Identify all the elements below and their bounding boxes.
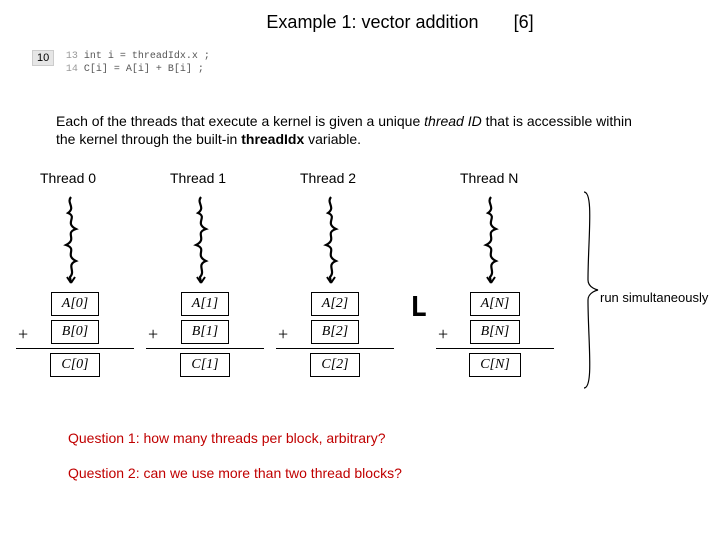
question-1: Question 1: how many threads per block, … bbox=[68, 430, 386, 446]
equals-line bbox=[436, 348, 554, 349]
slide-title: Example 1: vector addition [6] bbox=[80, 0, 720, 33]
para-emph: thread ID bbox=[424, 113, 482, 129]
operand-a: A[1] bbox=[181, 292, 229, 316]
operand-b: B[2] bbox=[311, 320, 359, 344]
slide-number: 10 bbox=[32, 50, 54, 66]
plus-icon: + bbox=[18, 324, 28, 345]
title-reference: [6] bbox=[514, 12, 534, 33]
plus-icon: + bbox=[278, 324, 288, 345]
operand-b: B[1] bbox=[181, 320, 229, 344]
calc-column: + A[N] B[N] C[N] bbox=[430, 290, 560, 379]
description-paragraph: Each of the threads that execute a kerne… bbox=[56, 112, 636, 148]
para-bold: threadIdx bbox=[241, 131, 304, 147]
equals-line bbox=[276, 348, 394, 349]
line-number: 14 bbox=[62, 63, 78, 76]
code-line: C[i] = A[i] + B[i] ; bbox=[84, 64, 204, 75]
title-text: Example 1: vector addition bbox=[266, 12, 478, 32]
calculation-grid: + A[0] B[0] C[0] + A[1] B[1] C[1] + A[2]… bbox=[10, 290, 560, 379]
plus-icon: + bbox=[148, 324, 158, 345]
thread-spring-icon bbox=[56, 195, 186, 288]
thread-label: Thread 1 bbox=[170, 170, 300, 186]
result-c: C[1] bbox=[180, 353, 229, 377]
thread-label: Thread N bbox=[460, 170, 590, 186]
result-c: C[2] bbox=[310, 353, 359, 377]
code-listing: 13 int i = threadIdx.x ; 14 C[i] = A[i] + … bbox=[62, 50, 210, 76]
line-number: 13 bbox=[62, 50, 78, 63]
operand-a: A[0] bbox=[51, 292, 99, 316]
brace-icon bbox=[580, 190, 600, 393]
code-block: 10 13 int i = threadIdx.x ; 14 C[i] = A[i]… bbox=[32, 50, 210, 76]
thread-label: Thread 0 bbox=[40, 170, 170, 186]
calc-column: + A[0] B[0] C[0] bbox=[10, 290, 140, 379]
para-text: Each of the threads that execute a kerne… bbox=[56, 113, 424, 129]
para-text: variable. bbox=[304, 131, 361, 147]
thread-springs-row bbox=[56, 195, 616, 288]
thread-label: Thread 2 bbox=[300, 170, 430, 186]
operand-b: B[N] bbox=[470, 320, 521, 344]
operand-a: A[N] bbox=[470, 292, 521, 316]
thread-spring-icon bbox=[186, 195, 316, 288]
equals-line bbox=[16, 348, 134, 349]
operand-b: B[0] bbox=[51, 320, 99, 344]
result-c: C[N] bbox=[469, 353, 521, 377]
equals-line bbox=[146, 348, 264, 349]
thread-spring-icon bbox=[316, 195, 446, 288]
calc-column: + A[1] B[1] C[1] bbox=[140, 290, 270, 379]
result-c: C[0] bbox=[50, 353, 99, 377]
thread-labels-row: Thread 0 Thread 1 Thread 2 Thread N bbox=[40, 170, 600, 186]
operand-a: A[2] bbox=[311, 292, 359, 316]
run-simultaneously-label: run simultaneously bbox=[600, 290, 708, 305]
plus-icon: + bbox=[438, 324, 448, 345]
calc-column: + A[2] B[2] C[2] bbox=[270, 290, 400, 379]
ellipsis-icon: L bbox=[410, 290, 427, 323]
question-2: Question 2: can we use more than two thr… bbox=[68, 465, 402, 481]
code-line: int i = threadIdx.x ; bbox=[84, 51, 210, 62]
